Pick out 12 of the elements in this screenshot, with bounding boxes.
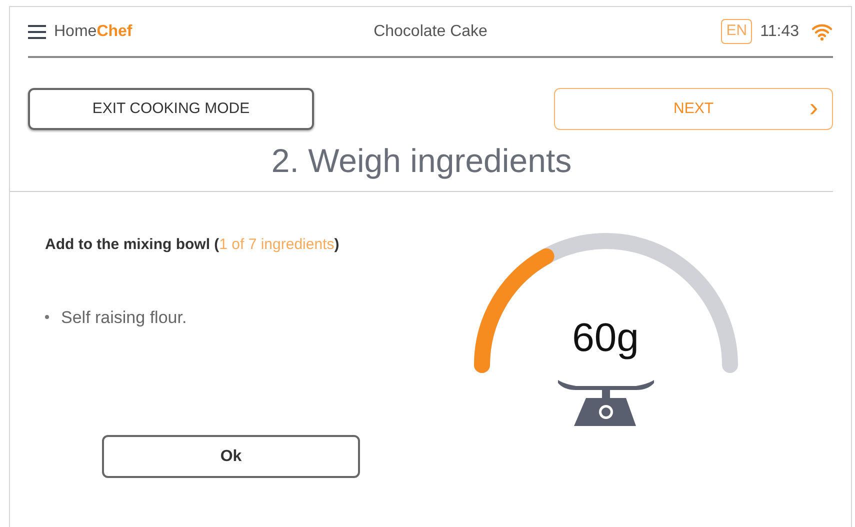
weight-reading: 60g — [572, 315, 639, 362]
recipe-title: Chocolate Cake — [374, 22, 488, 42]
wifi-icon — [811, 22, 833, 40]
exit-cooking-mode-button[interactable]: EXIT COOKING MODE — [28, 88, 314, 130]
clock-time: 11:43 — [760, 22, 799, 42]
menu-icon[interactable] — [28, 24, 46, 38]
ok-button[interactable]: Ok — [102, 435, 360, 478]
brand-logo: HomeChef — [54, 22, 132, 42]
instruction-text: Add to the mixing bowl (1 of 7 ingredients) — [45, 235, 340, 255]
bullet-icon — [45, 315, 49, 320]
step-title: 2. Weigh ingredients — [271, 140, 572, 181]
ingredient-text: Self raising flour. — [61, 306, 187, 328]
